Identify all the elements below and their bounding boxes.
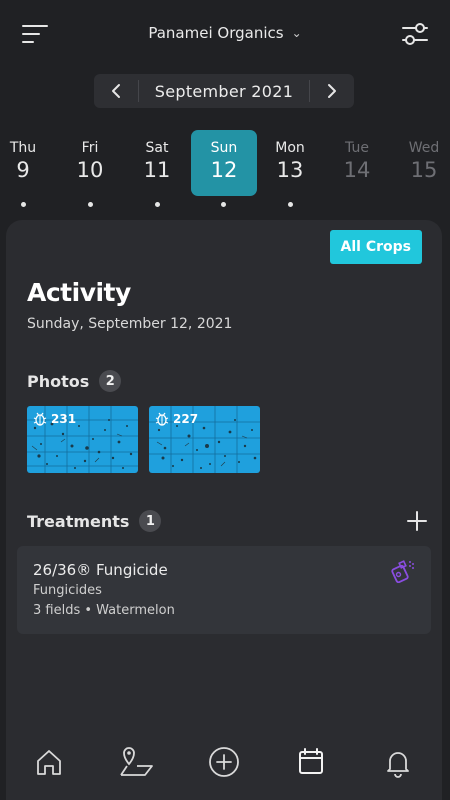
- bell-icon[interactable]: [380, 744, 416, 780]
- treatment-detail: 3 fields • Watermelon: [33, 603, 175, 618]
- bottom-nav: [0, 730, 450, 800]
- org-selector[interactable]: Panamei Organics ⌄: [0, 24, 450, 42]
- treatment-card[interactable]: 26/36® Fungicide Fungicides 3 fields • W…: [17, 546, 431, 634]
- section-title: Photos: [27, 371, 90, 391]
- bug-icon: [155, 412, 169, 426]
- insect-count-value: 227: [173, 412, 199, 426]
- day-name: Thu: [9, 140, 37, 156]
- day-tue[interactable]: Tue 14: [324, 130, 390, 196]
- photo-thumbnail[interactable]: 231: [27, 406, 138, 473]
- day-wed[interactable]: Wed 15: [391, 130, 450, 196]
- insect-count: 227: [154, 411, 198, 427]
- day-number: 10: [76, 158, 104, 182]
- section-title: Treatments: [27, 511, 130, 531]
- month-navigator: September 2021: [94, 74, 354, 108]
- day-name: Fri: [81, 140, 99, 156]
- day-name: Sat: [145, 140, 169, 156]
- top-bar: Panamei Organics ⌄: [0, 0, 450, 70]
- activity-panel: All Crops Activity Sunday, September 12,…: [6, 220, 442, 800]
- bug-icon: [33, 412, 47, 426]
- org-name: Panamei Organics: [148, 24, 284, 42]
- month-label: September 2021: [154, 81, 294, 101]
- plus-icon[interactable]: [404, 508, 430, 534]
- sliders-icon[interactable]: [400, 20, 430, 48]
- day-fri[interactable]: Fri 10: [57, 130, 123, 196]
- spray-icon: [391, 560, 414, 583]
- activity-dot: [288, 202, 293, 207]
- count-badge: 1: [139, 510, 162, 532]
- day-name: Sun: [210, 140, 238, 156]
- home-icon[interactable]: [31, 744, 67, 780]
- day-number: 11: [143, 158, 171, 182]
- day-name: Mon: [275, 140, 305, 156]
- day-number: 15: [410, 158, 438, 182]
- day-number: 9: [16, 158, 30, 182]
- all-crops-button[interactable]: All Crops: [329, 230, 422, 264]
- chevron-down-icon: ⌄: [291, 26, 302, 40]
- page-title: Activity: [27, 278, 131, 307]
- day-number: 13: [276, 158, 304, 182]
- day-number: 14: [343, 158, 371, 182]
- activity-dot: [21, 202, 26, 207]
- activity-dot: [221, 202, 226, 207]
- plus-circle-icon[interactable]: [206, 744, 242, 780]
- treatments-section-header: Treatments 1: [27, 510, 162, 532]
- activity-dot: [155, 202, 160, 207]
- treatment-category: Fungicides: [33, 583, 102, 598]
- calendar-icon[interactable]: [293, 744, 329, 780]
- day-sat[interactable]: Sat 11: [124, 130, 190, 196]
- day-mon[interactable]: Mon 13: [257, 130, 323, 196]
- treatment-name: 26/36® Fungicide: [33, 561, 168, 579]
- day-number: 12: [210, 158, 238, 182]
- activity-dot: [88, 202, 93, 207]
- insect-count-value: 231: [51, 412, 77, 426]
- map-pin-field-icon[interactable]: [117, 744, 157, 780]
- selected-date: Sunday, September 12, 2021: [27, 316, 233, 332]
- day-name: Tue: [345, 140, 369, 156]
- photo-thumbnail[interactable]: 227: [149, 406, 260, 473]
- day-sun-selected[interactable]: Sun 12: [191, 130, 257, 196]
- count-badge: 2: [99, 370, 122, 392]
- chevron-right-icon[interactable]: [310, 74, 354, 108]
- photo-list: 231 227: [27, 406, 260, 473]
- photos-section-header: Photos 2: [27, 370, 122, 392]
- day-thu[interactable]: Thu 9: [0, 130, 56, 196]
- day-strip: Thu 9 Fri 10 Sat 11 Sun 12 Mon 13 Tue 14…: [0, 128, 450, 218]
- insect-count: 231: [32, 411, 76, 427]
- chevron-left-icon[interactable]: [94, 74, 138, 108]
- day-name: Wed: [408, 140, 440, 156]
